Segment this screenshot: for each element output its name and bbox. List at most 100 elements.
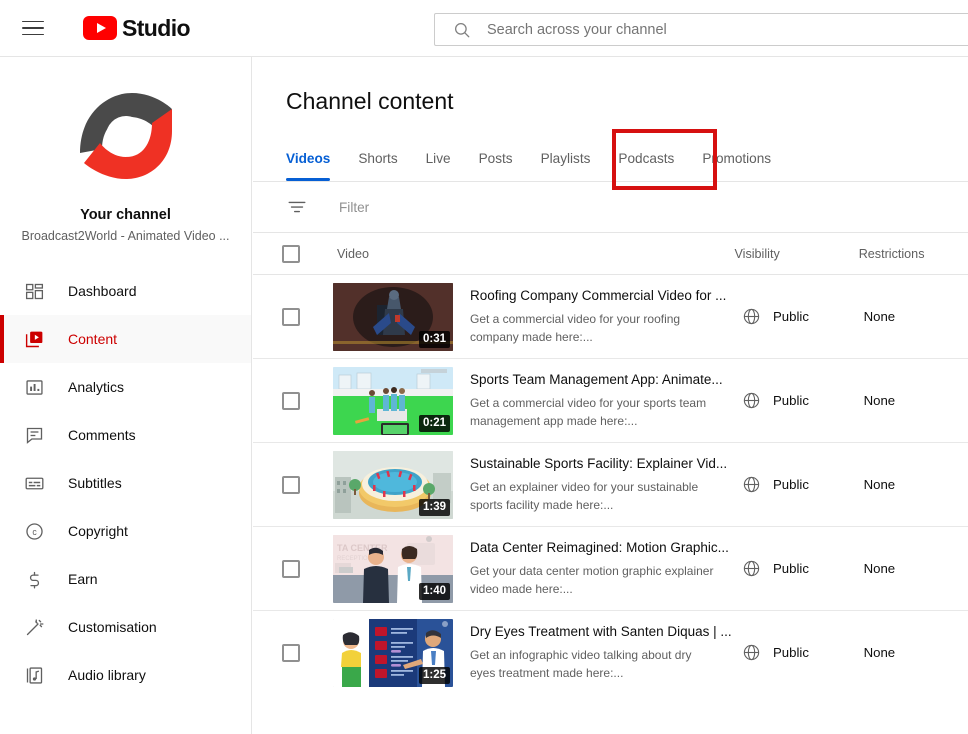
search-input[interactable] — [487, 21, 907, 38]
sidebar-item-earn[interactable]: Earn — [0, 555, 251, 603]
tab-label: Playlists — [540, 151, 591, 166]
video-title[interactable]: Sustainable Sports Facility: Explainer V… — [470, 456, 727, 471]
sidebar-item-label: Dashboard — [68, 283, 137, 299]
table-row[interactable]: TA CENTER RECEPTION 1:40 Data Center Rei… — [253, 527, 968, 611]
restrictions-value: None — [863, 561, 896, 576]
audio-library-icon — [22, 663, 46, 687]
video-info: Dry Eyes Treatment with Santen Diquas | … — [470, 623, 732, 682]
tab-shorts[interactable]: Shorts — [344, 136, 411, 181]
table-row[interactable]: 1:25 Dry Eyes Treatment with Santen Diqu… — [253, 611, 968, 693]
sidebar-item-label: Customisation — [68, 619, 157, 635]
svg-text:RECEPTION: RECEPTION — [337, 556, 372, 562]
restrictions-value: None — [863, 645, 896, 660]
filter-bar[interactable]: Filter — [253, 182, 968, 233]
brand-label: Studio — [122, 14, 191, 41]
video-thumbnail[interactable]: 1:39 — [333, 450, 453, 519]
video-description: Get an infographic video talking about d… — [470, 648, 692, 680]
hamburger-icon[interactable] — [22, 16, 46, 40]
globe-icon — [742, 391, 761, 410]
tab-label: Live — [425, 151, 451, 166]
column-header-visibility: Visibility — [734, 246, 780, 261]
sidebar-nav: Dashboard Content Analytics Comments Sub… — [0, 267, 251, 699]
globe-icon — [742, 307, 761, 326]
video-thumbnail[interactable]: 0:31 — [333, 282, 453, 351]
tab-promotions[interactable]: Promotions — [688, 136, 785, 181]
video-info: Sports Team Management App: Animate... G… — [470, 371, 723, 430]
table-header: Video Visibility Restrictions — [253, 233, 968, 275]
restrictions-value: None — [863, 477, 896, 492]
row-checkbox[interactable] — [282, 643, 300, 662]
video-title[interactable]: Dry Eyes Treatment with Santen Diquas | … — [470, 624, 732, 639]
row-checkbox[interactable] — [282, 475, 300, 494]
sidebar-item-comments[interactable]: Comments — [0, 411, 251, 459]
analytics-icon — [22, 375, 46, 399]
video-title[interactable]: Roofing Company Commercial Video for ... — [470, 288, 726, 303]
video-description: Get a commercial video for your roofing … — [470, 312, 681, 344]
visibility-value: Public — [773, 477, 809, 492]
table-row[interactable]: 0:21 Sports Team Management App: Animate… — [253, 359, 968, 443]
select-all-checkbox[interactable] — [282, 244, 300, 263]
sidebar-item-analytics[interactable]: Analytics — [0, 363, 251, 411]
table-row[interactable]: 1:39 Sustainable Sports Facility: Explai… — [253, 443, 968, 527]
youtube-play-icon — [83, 16, 117, 40]
tab-videos[interactable]: Videos — [286, 136, 344, 181]
channel-block: Your channel Broadcast2World - Animated … — [0, 57, 251, 243]
video-description: Get your data center motion graphic expl… — [470, 564, 714, 596]
video-duration: 1:40 — [418, 582, 450, 600]
comments-icon — [22, 423, 46, 447]
tab-playlists[interactable]: Playlists — [527, 136, 605, 181]
video-info: Roofing Company Commercial Video for ...… — [470, 287, 726, 346]
content-play-icon — [22, 327, 46, 351]
video-title[interactable]: Sports Team Management App: Animate... — [470, 372, 723, 387]
globe-icon — [742, 475, 761, 494]
video-list: 0:31 Roofing Company Commercial Video fo… — [253, 275, 968, 693]
channel-avatar[interactable] — [70, 79, 182, 191]
row-checkbox[interactable] — [282, 559, 300, 578]
studio-logo[interactable]: Studio — [83, 14, 191, 42]
tab-podcasts[interactable]: Podcasts — [604, 136, 688, 181]
tab-live[interactable]: Live — [412, 136, 465, 181]
sidebar-item-dashboard[interactable]: Dashboard — [0, 267, 251, 315]
tab-label: Shorts — [358, 151, 398, 166]
sidebar-item-label: Copyright — [68, 523, 128, 539]
video-info: Sustainable Sports Facility: Explainer V… — [470, 455, 727, 514]
sidebar-item-copyright[interactable]: c Copyright — [0, 507, 251, 555]
video-thumbnail[interactable]: 0:21 — [333, 366, 453, 435]
search-icon — [453, 21, 471, 39]
top-bar: Studio — [0, 0, 968, 57]
tab-label: Posts — [478, 151, 513, 166]
tab-label: Videos — [286, 151, 331, 166]
search-box[interactable] — [434, 13, 968, 46]
sidebar-item-content[interactable]: Content — [0, 315, 251, 363]
visibility-value: Public — [773, 309, 809, 324]
sidebar-item-label: Content — [68, 331, 118, 347]
sidebar-item-subtitles[interactable]: Subtitles — [0, 459, 251, 507]
row-checkbox[interactable] — [282, 307, 300, 326]
row-checkbox[interactable] — [282, 391, 300, 410]
visibility-cell: Public — [742, 307, 861, 326]
table-row[interactable]: 0:31 Roofing Company Commercial Video fo… — [253, 275, 968, 359]
video-thumbnail[interactable]: 1:25 — [333, 618, 453, 687]
video-duration: 1:25 — [418, 666, 450, 684]
video-duration: 0:21 — [418, 414, 450, 432]
tab-label: Podcasts — [618, 151, 675, 166]
filter-placeholder: Filter — [339, 199, 370, 215]
filter-icon — [286, 196, 308, 218]
page-title: Channel content — [286, 88, 454, 114]
restrictions-value: None — [863, 393, 896, 408]
sidebar-item-audio-library[interactable]: Audio library — [0, 651, 251, 699]
dashboard-icon — [22, 279, 46, 303]
video-thumbnail[interactable]: TA CENTER RECEPTION 1:40 — [333, 534, 453, 603]
svg-text:c: c — [32, 527, 37, 537]
video-description: Get a commercial video for your sports t… — [470, 396, 707, 428]
content-tabs: Videos Shorts Live Posts Playlists Podca… — [253, 136, 968, 182]
video-title[interactable]: Data Center Reimagined: Motion Graphic..… — [470, 540, 729, 555]
column-header-restrictions: Restrictions — [858, 246, 925, 261]
column-header-video: Video — [337, 246, 369, 261]
globe-icon — [742, 643, 761, 662]
tab-posts[interactable]: Posts — [465, 136, 527, 181]
video-duration: 0:31 — [418, 330, 450, 348]
restrictions-value: None — [863, 309, 896, 324]
visibility-cell: Public — [742, 475, 861, 494]
sidebar-item-customisation[interactable]: Customisation — [0, 603, 251, 651]
